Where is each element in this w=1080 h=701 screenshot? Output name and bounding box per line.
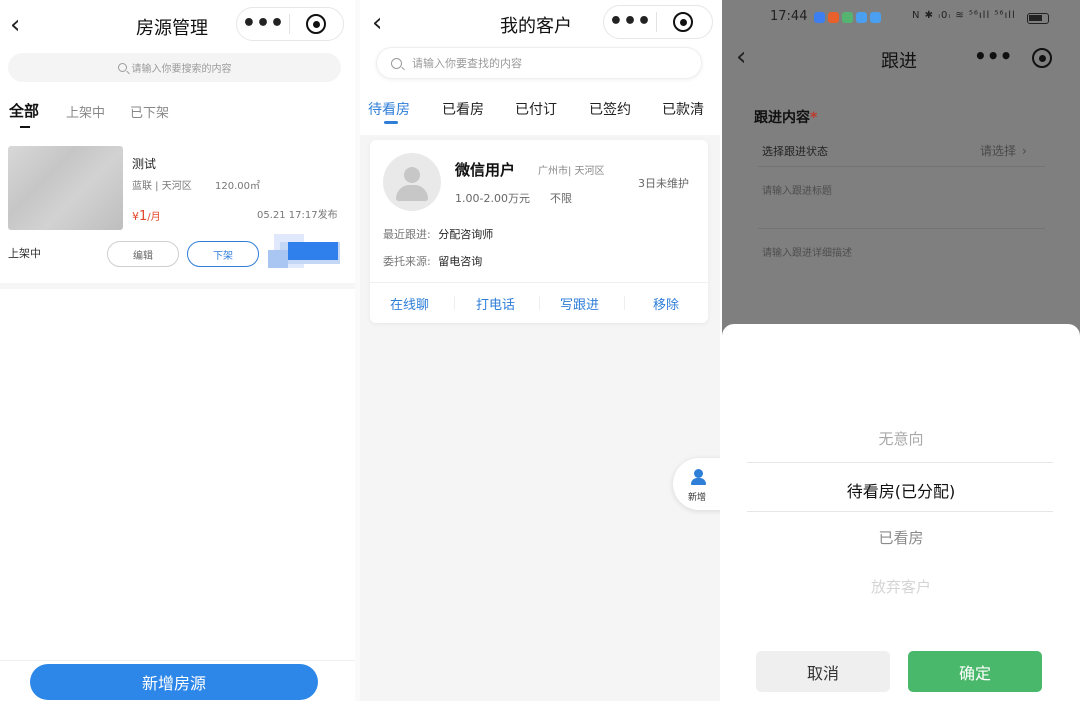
- bottom-divider: [0, 660, 355, 661]
- section-title-text: 跟进内容: [754, 110, 810, 126]
- fab-label: 新增: [688, 493, 707, 503]
- search-input[interactable]: 请输入你要搜索的内容: [8, 53, 341, 82]
- maintenance-status: 3日未维护: [638, 177, 689, 190]
- capsule-menu: •••: [603, 5, 713, 39]
- chat-online-button[interactable]: 在线聊: [390, 294, 429, 313]
- page-title: 房源管理: [136, 18, 208, 39]
- search-placeholder: 请输入你要查找的内容: [412, 57, 522, 70]
- listing-status: 上架中: [8, 247, 41, 260]
- battery-icon: [1027, 13, 1049, 24]
- source-label: 委托来源:: [383, 255, 431, 268]
- customer-card[interactable]: 微信用户 广州市| 天河区 1.00-2.00万元 不限 3日未维护 最近跟进:…: [370, 140, 708, 323]
- field-divider: [758, 228, 1045, 229]
- required-mark: *: [810, 110, 818, 126]
- source-row: 委托来源: 留电咨询: [383, 253, 482, 269]
- status-picker-sheet: 无意向 待看房(已分配) 已看房 放弃客户 取消 确定: [722, 324, 1080, 701]
- notification-icons: [814, 12, 881, 23]
- recent-follow-row: 最近跟进: 分配咨询师: [383, 226, 493, 242]
- customer-budget: 1.00-2.00万元: [455, 192, 530, 205]
- back-icon[interactable]: ‹: [10, 12, 20, 38]
- page-title: 跟进: [881, 51, 917, 72]
- recent-follow-value: 分配咨询师: [438, 228, 494, 241]
- picker-selection-bottom: [747, 511, 1053, 512]
- close-miniprogram-icon[interactable]: [657, 12, 709, 32]
- follow-up-screen: 17:44 N ✱ ᵢ0ᵢ ≋ ⁵⁶ıll ⁵⁶ıll ‹ 跟进 ••• 跟进内…: [722, 0, 1080, 701]
- status-time: 17:44: [770, 9, 808, 24]
- edit-button[interactable]: 编辑: [107, 241, 179, 267]
- tab-indicator: [384, 121, 398, 124]
- listing-area: 120.00㎡: [215, 181, 260, 192]
- search-icon: [391, 57, 402, 69]
- tab-signed[interactable]: 已签约: [589, 99, 631, 119]
- tab-deposit-paid[interactable]: 已付订: [515, 99, 557, 119]
- customer-limit: 不限: [550, 192, 572, 205]
- search-input[interactable]: 请输入你要查找的内容: [376, 47, 702, 79]
- section-title: 跟进内容*: [754, 107, 817, 127]
- redacted-block: [268, 232, 346, 270]
- action-divider: [539, 296, 540, 310]
- close-miniprogram-icon[interactable]: [1032, 48, 1052, 68]
- my-customers-screen: ‹ 我的客户 ••• 请输入你要查找的内容 待看房 已看房 已付订 已签约 已款…: [360, 0, 720, 701]
- user-icon-body: [691, 478, 706, 485]
- tab-listed[interactable]: 上架中: [66, 102, 105, 121]
- search-icon: [117, 63, 127, 72]
- user-icon: [694, 469, 703, 478]
- picker-option[interactable]: 已看房: [722, 527, 1080, 548]
- remove-button[interactable]: 移除: [653, 294, 679, 313]
- status-select-value[interactable]: 请选择 ›: [980, 142, 1027, 159]
- listing-price: ¥1/月: [132, 205, 161, 224]
- action-divider: [624, 296, 625, 310]
- listing-thumbnail[interactable]: [8, 146, 123, 230]
- tab-pending-viewing[interactable]: 待看房: [368, 99, 410, 119]
- back-icon[interactable]: ‹: [736, 44, 746, 70]
- status-indicators: N ✱ ᵢ0ᵢ ≋ ⁵⁶ıll ⁵⁶ıll: [912, 10, 1016, 21]
- more-icon[interactable]: •••: [604, 11, 656, 33]
- status-select-label[interactable]: 选择跟进状态: [762, 143, 828, 159]
- field-divider: [758, 166, 1045, 167]
- call-button[interactable]: 打电话: [476, 294, 515, 313]
- section-divider: [0, 283, 355, 289]
- listing-location: 蓝联 | 天河区: [132, 181, 192, 192]
- listing-title[interactable]: 测试: [132, 155, 156, 172]
- offline-button[interactable]: 下架: [187, 241, 259, 267]
- add-house-button[interactable]: 新增房源: [30, 664, 318, 700]
- write-follow-button[interactable]: 写跟进: [560, 294, 599, 313]
- search-placeholder: 请输入你要搜索的内容: [131, 64, 232, 75]
- picker-option[interactable]: 无意向: [722, 428, 1080, 449]
- listing-published: 05.21 17:17发布: [257, 210, 338, 221]
- tab-all[interactable]: 全部: [9, 100, 39, 121]
- source-value: 留电咨询: [438, 255, 483, 268]
- price-unit: /月: [147, 212, 161, 223]
- chevron-right-icon: ›: [1022, 144, 1027, 158]
- page-title: 我的客户: [500, 16, 572, 37]
- confirm-button[interactable]: 确定: [908, 651, 1042, 692]
- picker-option-disabled[interactable]: 放弃客户: [722, 576, 1080, 597]
- cancel-button[interactable]: 取消: [756, 651, 890, 692]
- capsule-menu: •••: [236, 7, 344, 41]
- more-icon[interactable]: •••: [237, 13, 289, 35]
- tab-indicator: [20, 126, 30, 128]
- tab-unlisted[interactable]: 已下架: [130, 102, 169, 121]
- status-select-placeholder: 请选择: [980, 144, 1017, 158]
- tab-fully-paid[interactable]: 已款清: [662, 99, 704, 119]
- price-symbol: ¥: [132, 210, 139, 223]
- recent-follow-label: 最近跟进:: [383, 228, 431, 241]
- picker-selection-top: [747, 462, 1053, 463]
- house-management-screen: ‹ 房源管理 ••• 请输入你要搜索的内容 全部 上架中 已下架 测试 蓝联 |…: [0, 0, 355, 701]
- customer-name: 微信用户: [455, 161, 516, 179]
- card-divider: [370, 282, 708, 283]
- follow-title-input[interactable]: 请输入跟进标题: [762, 182, 832, 197]
- customer-location: 广州市| 天河区: [538, 166, 605, 177]
- add-customer-fab[interactable]: 新增: [673, 458, 720, 510]
- follow-desc-input[interactable]: 请输入跟进详细描述: [762, 244, 852, 259]
- tab-viewed[interactable]: 已看房: [442, 99, 484, 119]
- picker-option-selected[interactable]: 待看房(已分配): [722, 478, 1080, 502]
- more-icon[interactable]: •••: [974, 46, 1012, 66]
- close-miniprogram-icon[interactable]: [290, 14, 342, 34]
- back-icon[interactable]: ‹: [372, 10, 382, 36]
- action-divider: [454, 296, 455, 310]
- avatar: [383, 153, 441, 211]
